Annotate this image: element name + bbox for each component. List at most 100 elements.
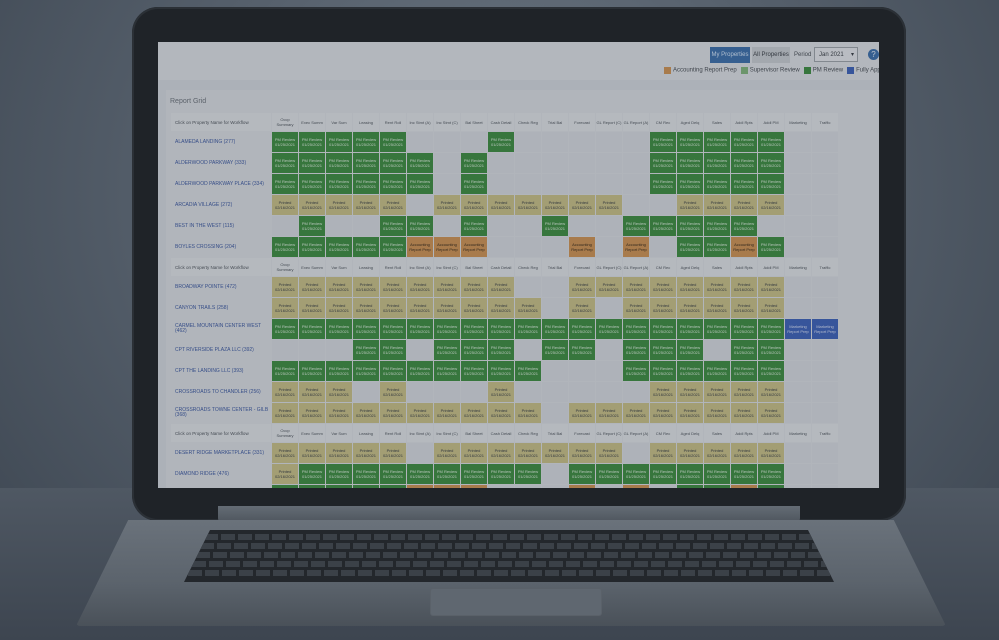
property-name-link[interactable]: CPT THE LANDING LLC (393) <box>171 361 271 381</box>
status-cell[interactable]: PM Review 01/25/2021 <box>299 237 325 257</box>
status-cell[interactable]: Printed 02/16/2021 <box>704 277 730 297</box>
status-cell[interactable]: Accounting Report Prep <box>623 237 649 257</box>
column-header[interactable]: Forecast <box>569 258 595 276</box>
status-cell[interactable]: PM Review 01/25/2021 <box>623 216 649 236</box>
status-cell[interactable]: PM Review 01/25/2021 <box>677 132 703 152</box>
status-cell[interactable]: PM Review 01/25/2021 <box>326 361 352 381</box>
status-cell[interactable]: Printed 02/16/2021 <box>380 195 406 215</box>
column-header[interactable]: Traffic <box>812 113 838 131</box>
status-cell[interactable]: PM Review 01/25/2021 <box>461 216 487 236</box>
status-cell[interactable]: PM Review 01/25/2021 <box>461 319 487 339</box>
status-cell[interactable]: Printed 02/16/2021 <box>650 403 676 423</box>
column-header[interactable]: CM Rec <box>650 424 676 442</box>
status-cell[interactable]: Printed 02/16/2021 <box>299 195 325 215</box>
column-header[interactable]: Cash Detail <box>488 424 514 442</box>
column-header[interactable]: Aged Delq <box>677 424 703 442</box>
status-cell[interactable]: PM Review 01/25/2021 <box>677 361 703 381</box>
status-cell[interactable]: Accounting Report Prep <box>434 237 460 257</box>
status-cell[interactable]: PM Review 01/25/2021 <box>488 464 514 484</box>
column-header[interactable]: Aged Delq <box>677 258 703 276</box>
status-cell[interactable]: PM Review 01/25/2021 <box>299 174 325 194</box>
status-cell[interactable]: Printed 02/16/2021 <box>272 277 298 297</box>
status-cell[interactable]: PM Review 01/25/2021 <box>380 464 406 484</box>
column-header[interactable]: GL Report (A) <box>623 258 649 276</box>
status-cell[interactable]: Printed 02/16/2021 <box>353 443 379 463</box>
status-cell[interactable]: Printed 02/16/2021 <box>596 195 622 215</box>
status-cell[interactable]: PM Review 01/25/2021 <box>677 174 703 194</box>
status-cell[interactable]: Printed 02/16/2021 <box>461 443 487 463</box>
status-cell[interactable]: PM Review 01/25/2021 <box>488 319 514 339</box>
status-cell[interactable]: PM Review 01/25/2021 <box>272 485 298 488</box>
status-cell[interactable]: Printed 02/16/2021 <box>596 403 622 423</box>
status-cell[interactable]: Printed 02/16/2021 <box>353 298 379 318</box>
status-cell[interactable]: PM Review 01/25/2021 <box>461 340 487 360</box>
column-header[interactable]: Marketing <box>785 424 811 442</box>
status-cell[interactable]: PM Review 01/25/2021 <box>326 485 352 488</box>
status-cell[interactable]: PM Review 01/25/2021 <box>326 237 352 257</box>
status-cell[interactable]: Printed 02/16/2021 <box>407 403 433 423</box>
status-cell[interactable]: PM Review 01/25/2021 <box>569 319 595 339</box>
status-cell[interactable]: PM Review 01/25/2021 <box>677 153 703 173</box>
column-header[interactable]: Addl PM <box>758 113 784 131</box>
status-cell[interactable]: PM Review 01/25/2021 <box>542 319 568 339</box>
status-cell[interactable]: PM Review 01/25/2021 <box>326 174 352 194</box>
status-cell[interactable]: Printed 02/16/2021 <box>272 298 298 318</box>
status-cell[interactable]: Accounting Report Prep <box>407 485 433 488</box>
column-header[interactable]: Inc Stmt (C) <box>434 424 460 442</box>
status-cell[interactable]: Printed 02/16/2021 <box>299 403 325 423</box>
status-cell[interactable]: PM Review 01/25/2021 <box>704 216 730 236</box>
status-cell[interactable]: PM Review 01/25/2021 <box>731 216 757 236</box>
status-cell[interactable]: PM Review 01/25/2021 <box>272 174 298 194</box>
column-header[interactable]: Inc Stmt (A) <box>407 113 433 131</box>
status-cell[interactable]: PM Review 01/25/2021 <box>380 361 406 381</box>
property-name-link[interactable]: DISTRICT AT GREEN VALLEY (304) <box>171 485 271 488</box>
status-cell[interactable]: Accounting Report Prep <box>731 237 757 257</box>
status-cell[interactable]: Printed 02/16/2021 <box>434 277 460 297</box>
status-cell[interactable]: Printed 02/16/2021 <box>380 277 406 297</box>
property-name-link[interactable]: BEST IN THE WEST (115) <box>171 216 271 236</box>
status-cell[interactable]: PM Review 01/25/2021 <box>407 464 433 484</box>
column-header[interactable]: Inc Stmt (C) <box>434 258 460 276</box>
column-header[interactable]: Var Sum <box>326 258 352 276</box>
status-cell[interactable]: PM Review 01/25/2021 <box>650 361 676 381</box>
column-header[interactable]: Addl Rpts <box>731 113 757 131</box>
status-cell[interactable]: PM Review 01/25/2021 <box>488 340 514 360</box>
status-cell[interactable]: Printed 02/16/2021 <box>326 403 352 423</box>
column-header[interactable]: Var Sum <box>326 113 352 131</box>
status-cell[interactable]: PM Review 01/25/2021 <box>326 319 352 339</box>
status-cell[interactable]: PM Review 01/25/2021 <box>353 485 379 488</box>
status-cell[interactable]: PM Review 01/25/2021 <box>353 153 379 173</box>
status-cell[interactable]: Printed 02/16/2021 <box>758 298 784 318</box>
status-cell[interactable]: PM Review 01/25/2021 <box>353 237 379 257</box>
status-cell[interactable]: PM Review 01/25/2021 <box>434 340 460 360</box>
column-header[interactable]: Aged Delq <box>677 113 703 131</box>
status-cell[interactable]: PM Review 01/25/2021 <box>299 319 325 339</box>
status-cell[interactable]: Printed 02/16/2021 <box>326 443 352 463</box>
my-properties-button[interactable]: My Properties <box>710 47 750 63</box>
status-cell[interactable]: Printed 02/16/2021 <box>353 403 379 423</box>
column-header[interactable]: Bal Sheet <box>461 113 487 131</box>
status-cell[interactable]: Printed 02/16/2021 <box>461 195 487 215</box>
status-cell[interactable]: Printed 02/16/2021 <box>299 298 325 318</box>
status-cell[interactable]: Printed 02/16/2021 <box>623 298 649 318</box>
status-cell[interactable]: PM Review 01/25/2021 <box>326 132 352 152</box>
status-cell[interactable]: Printed 02/16/2021 <box>569 277 595 297</box>
status-cell[interactable]: Printed 02/16/2021 <box>569 195 595 215</box>
status-cell[interactable]: PM Review 01/25/2021 <box>704 174 730 194</box>
status-cell[interactable]: PM Review 01/25/2021 <box>380 216 406 236</box>
column-header[interactable]: Marketing <box>785 113 811 131</box>
column-header[interactable]: Rent Roll <box>380 258 406 276</box>
status-cell[interactable]: Printed 02/16/2021 <box>758 443 784 463</box>
column-header[interactable]: GL Report (C) <box>596 258 622 276</box>
status-cell[interactable]: Printed 02/16/2021 <box>542 443 568 463</box>
status-cell[interactable]: PM Review 01/25/2021 <box>461 464 487 484</box>
status-cell[interactable]: PM Review 01/25/2021 <box>704 361 730 381</box>
status-cell[interactable]: PM Review 01/25/2021 <box>650 132 676 152</box>
property-name-link[interactable]: ALDERWOOD PARKWAY PLACE (334) <box>171 174 271 194</box>
status-cell[interactable]: Printed 02/16/2021 <box>758 195 784 215</box>
status-cell[interactable]: PM Review 01/25/2021 <box>704 132 730 152</box>
status-cell[interactable]: Printed 02/16/2021 <box>380 443 406 463</box>
status-cell[interactable]: PM Review 01/25/2021 <box>758 132 784 152</box>
column-header[interactable]: Addl PM <box>758 258 784 276</box>
column-header[interactable]: Occp Summary <box>272 424 298 442</box>
